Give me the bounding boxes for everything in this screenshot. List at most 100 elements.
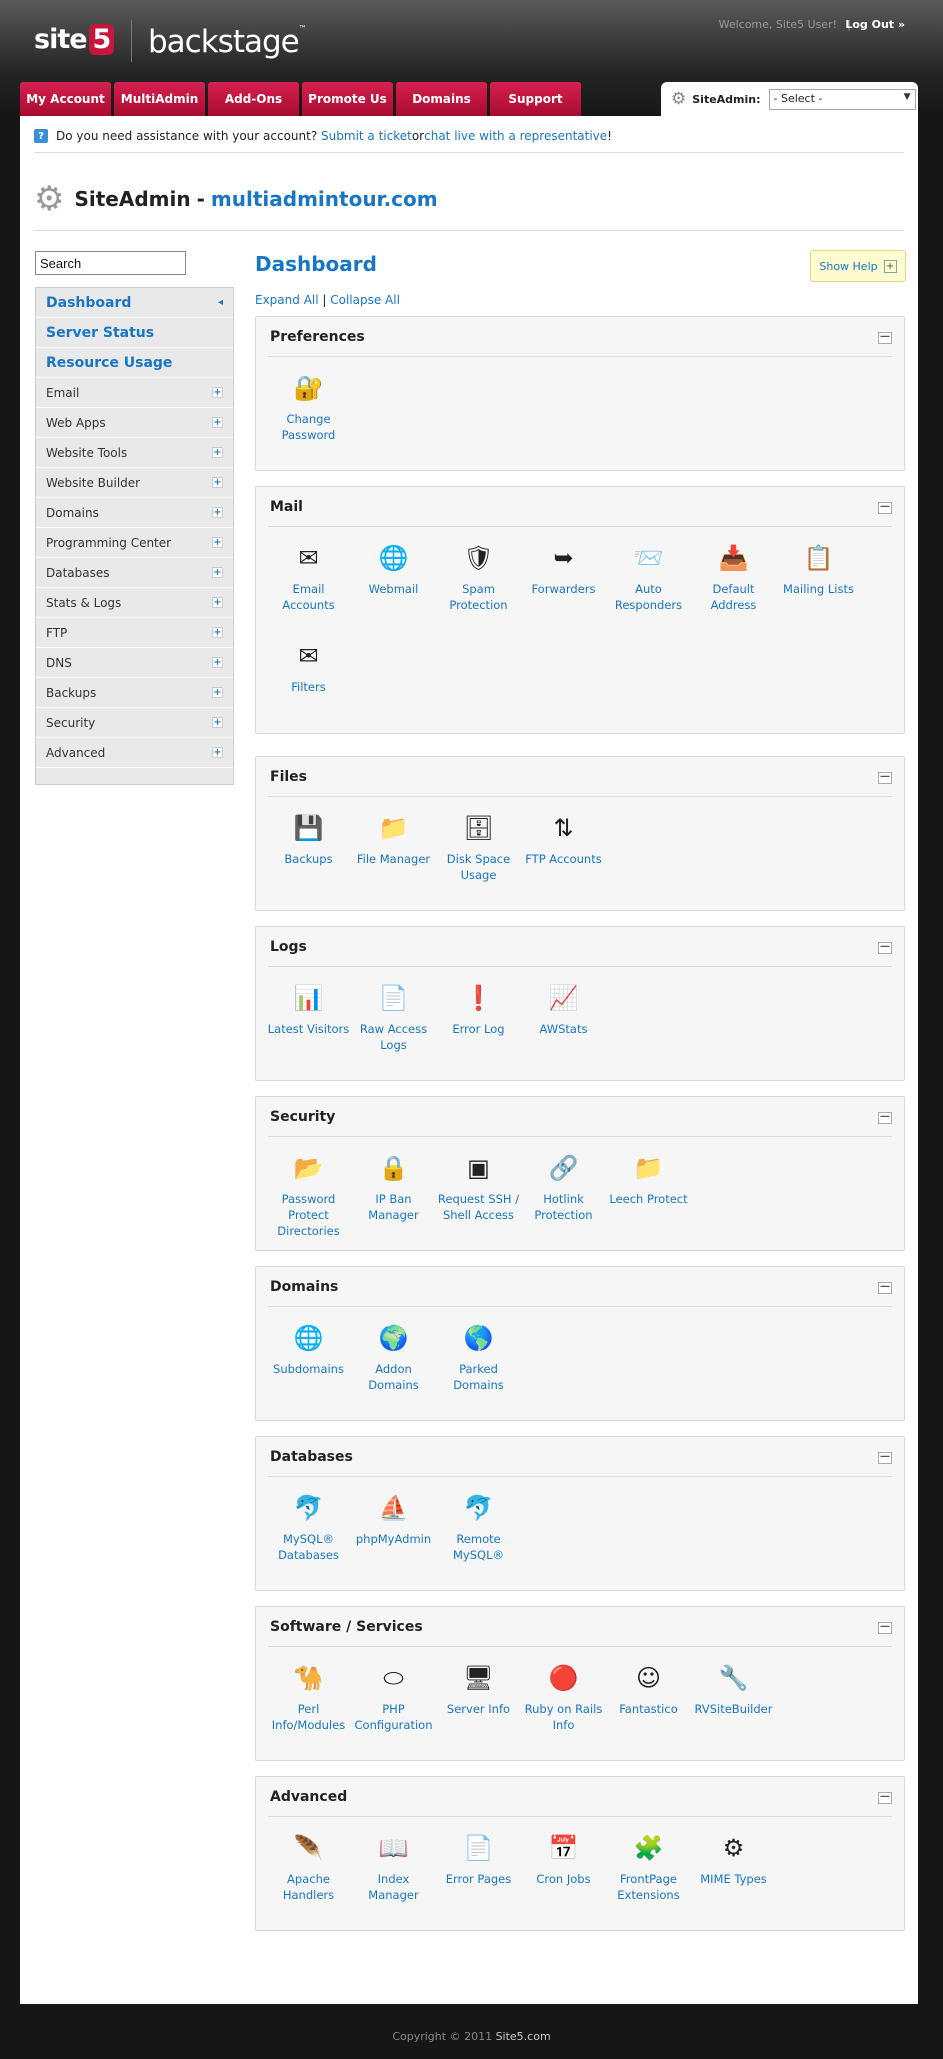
email-accounts-link[interactable]: ✉ Email Accounts (266, 541, 351, 639)
plus-icon[interactable]: + (212, 477, 223, 488)
raw-access-logs-link[interactable]: 📄 Raw Access Logs (351, 981, 436, 1079)
minimize-icon[interactable]: — (878, 1792, 892, 1804)
tab-domains[interactable]: Domains (396, 82, 487, 116)
backups-link[interactable]: 💾 Backups (266, 811, 351, 909)
cron-jobs-link[interactable]: 📅 Cron Jobs (521, 1831, 606, 1929)
minimize-icon[interactable]: — (878, 502, 892, 514)
plus-icon[interactable]: + (212, 687, 223, 698)
tab-add-ons[interactable]: Add-Ons (208, 82, 299, 116)
change-password-link[interactable]: 🔐 Change Password (266, 371, 351, 469)
php-configuration-link[interactable]: ⬭ PHP Configuration (351, 1661, 436, 1759)
plus-icon[interactable]: + (212, 627, 223, 638)
server-info-link[interactable]: 🖥 Server Info (436, 1661, 521, 1759)
sidebar-item-backups[interactable]: Backups + (36, 678, 233, 708)
plus-icon[interactable]: + (212, 507, 223, 518)
plus-icon[interactable]: + (212, 657, 223, 668)
remote-mysql-link[interactable]: 🐬 Remote MySQL® (436, 1491, 521, 1589)
collapse-all-link[interactable]: Collapse All (330, 293, 400, 307)
plus-icon[interactable]: + (212, 567, 223, 578)
site-link[interactable]: Site5.com (496, 2030, 551, 2043)
sidebar-item-databases[interactable]: Databases + (36, 558, 233, 588)
siteadmin-select[interactable]: - Select - ▼ (768, 88, 916, 110)
tab-support[interactable]: Support (490, 82, 581, 116)
logout-link[interactable]: Log Out » (845, 18, 905, 31)
minimize-icon[interactable]: — (878, 1282, 892, 1294)
sidebar-item-dns[interactable]: DNS + (36, 648, 233, 678)
divider (268, 526, 892, 527)
site5-logo[interactable]: site 5 (34, 24, 115, 55)
ruby-on-rails-info-link[interactable]: 🔴 Ruby on Rails Info (521, 1661, 606, 1759)
forwarders-link[interactable]: ➥ Forwarders (521, 541, 606, 639)
sidebar-item-ftp[interactable]: FTP + (36, 618, 233, 648)
password-protect-directories-label: Password Protect Directories (277, 1192, 340, 1238)
sidebar-item-domains[interactable]: Domains + (36, 498, 233, 528)
latest-visitors-link[interactable]: 📊 Latest Visitors (266, 981, 351, 1079)
chat-live-link[interactable]: chat live with a representative (424, 129, 607, 143)
password-protect-directories-link[interactable]: 📂 Password Protect Directories (266, 1151, 351, 1249)
plus-icon[interactable]: + (212, 747, 223, 758)
sidebar-item-resource-usage[interactable]: Resource Usage (36, 348, 233, 378)
plus-icon[interactable]: + (212, 537, 223, 548)
sidebar-item-email[interactable]: Email + (36, 378, 233, 408)
plus-icon[interactable]: + (212, 447, 223, 458)
filters-link[interactable]: ✉ Filters (266, 639, 351, 737)
sidebar-item-security[interactable]: Security + (36, 708, 233, 738)
search-input[interactable] (35, 251, 186, 275)
sidebar-item-programming-center[interactable]: Programming Center + (36, 528, 233, 558)
hotlink-protection-link[interactable]: 🔗 Hotlink Protection (521, 1151, 606, 1249)
fantastico-link[interactable]: ☺ Fantastico (606, 1661, 691, 1759)
sidebar-item-web-apps[interactable]: Web Apps + (36, 408, 233, 438)
frontpage-extensions-link[interactable]: 🧩 FrontPage Extensions (606, 1831, 691, 1929)
default-address-link[interactable]: 📥 Default Address (691, 541, 776, 639)
tab-my-account[interactable]: My Account (20, 82, 111, 116)
sidebar-item-website-builder[interactable]: Website Builder + (36, 468, 233, 498)
error-pages-link[interactable]: 📄 Error Pages (436, 1831, 521, 1929)
request-ssh-shell-access-link[interactable]: ▣ Request SSH / Shell Access (436, 1151, 521, 1249)
disk-space-usage-link[interactable]: 🗄 Disk Space Usage (436, 811, 521, 909)
panel-title: Advanced (270, 1789, 348, 1805)
ruby-on-rails-info-label: Ruby on Rails Info (524, 1702, 603, 1732)
perl-info-modules-link[interactable]: 🐪 Perl Info/Modules (266, 1661, 351, 1759)
sidebar-item-dashboard[interactable]: Dashboard ◂ (36, 288, 233, 318)
spam-protection-link[interactable]: 🛡 Spam Protection (436, 541, 521, 639)
plus-icon[interactable]: + (212, 717, 223, 728)
sidebar-item-website-tools[interactable]: Website Tools + (36, 438, 233, 468)
webmail-link[interactable]: 🌐 Webmail (351, 541, 436, 639)
panel-icons: 🐪 Perl Info/Modules ⬭ PHP Configuration 🖥 Ser… (266, 1661, 896, 1759)
mailing-lists-link[interactable]: 📋 Mailing Lists (776, 541, 861, 639)
addon-domains-link[interactable]: 🌍 Addon Domains (351, 1321, 436, 1419)
ip-ban-manager-link[interactable]: 🔒 IP Ban Manager (351, 1151, 436, 1249)
show-help-button[interactable]: Show Help + (810, 250, 906, 282)
expand-collapse-links: Expand All | Collapse All (255, 293, 400, 307)
apache-handlers-link[interactable]: 🪶 Apache Handlers (266, 1831, 351, 1929)
sidebar-item-server-status[interactable]: Server Status (36, 318, 233, 348)
sidebar-item-advanced[interactable]: Advanced + (36, 738, 233, 768)
expand-all-link[interactable]: Expand All (255, 293, 319, 307)
rvsitebuilder-link[interactable]: 🔧 RVSiteBuilder (691, 1661, 776, 1759)
sidebar-item-stats-logs[interactable]: Stats & Logs + (36, 588, 233, 618)
plus-icon[interactable]: + (212, 387, 223, 398)
tab-promote-us[interactable]: Promote Us (302, 82, 393, 116)
minimize-icon[interactable]: — (878, 1452, 892, 1464)
minimize-icon[interactable]: — (878, 332, 892, 344)
error-log-link[interactable]: ❗ Error Log (436, 981, 521, 1079)
file-manager-link[interactable]: 📁 File Manager (351, 811, 436, 909)
awstats-link[interactable]: 📈 AWStats (521, 981, 606, 1079)
minimize-icon[interactable]: — (878, 942, 892, 954)
phpmyadmin-link[interactable]: ⛵ phpMyAdmin (351, 1491, 436, 1589)
leech-protect-link[interactable]: 📁 Leech Protect (606, 1151, 691, 1249)
subdomains-link[interactable]: 🌐 Subdomains (266, 1321, 351, 1419)
plus-icon[interactable]: + (212, 597, 223, 608)
parked-domains-link[interactable]: 🌎 Parked Domains (436, 1321, 521, 1419)
index-manager-link[interactable]: 📖 Index Manager (351, 1831, 436, 1929)
plus-icon[interactable]: + (212, 417, 223, 428)
mysql-databases-link[interactable]: 🐬 MySQL® Databases (266, 1491, 351, 1589)
minimize-icon[interactable]: — (878, 1622, 892, 1634)
minimize-icon[interactable]: — (878, 772, 892, 784)
submit-ticket-link[interactable]: Submit a ticket (321, 129, 412, 143)
auto-responders-link[interactable]: 📨 Auto Responders (606, 541, 691, 639)
mime-types-link[interactable]: ⚙ MIME Types (691, 1831, 776, 1929)
ftp-accounts-link[interactable]: ⇅ FTP Accounts (521, 811, 606, 909)
minimize-icon[interactable]: — (878, 1112, 892, 1124)
tab-multiadmin[interactable]: MultiAdmin (114, 82, 205, 116)
